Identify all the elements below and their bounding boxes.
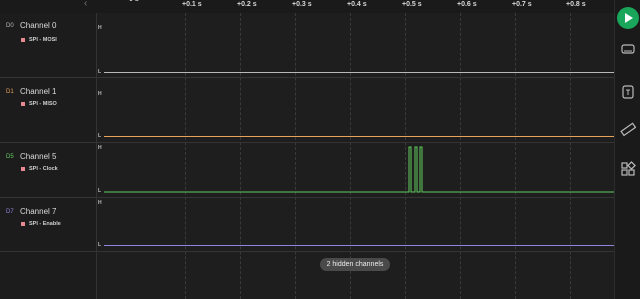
analyzer-tag[interactable]: SPI - MOSI — [21, 37, 57, 43]
signal-trace — [104, 245, 614, 246]
time-tick: +0.3 s — [292, 1, 312, 8]
channel-row-1[interactable]: D1 Channel 1 SPI - MISO H L — [0, 78, 614, 143]
timeline-header: ‹ 0 s +0.1 s +0.2 s +0.3 s +0.4 s +0.5 s… — [0, 0, 614, 13]
channel-name: Channel 7 — [20, 207, 57, 216]
channel-row-0[interactable]: D0 Channel 0 SPI - MOSI H L — [0, 13, 614, 78]
analyzer-tag-label: SPI - MOSI — [29, 37, 57, 43]
signal-trace — [104, 146, 614, 193]
channel-name: Channel 0 — [20, 21, 57, 30]
measurement-icon[interactable] — [620, 84, 636, 100]
low-label: L — [98, 242, 102, 248]
play-icon[interactable] — [617, 7, 639, 29]
high-label: H — [98, 91, 102, 97]
channel-code: D1 — [6, 89, 14, 95]
analyzer-tag[interactable]: SPI - MISO — [21, 101, 57, 107]
time-tick: +0.8 s — [566, 1, 586, 8]
channel-row-5[interactable]: D5 Channel 5 SPI - Clock H L — [0, 143, 614, 198]
extensions-icon[interactable] — [620, 161, 636, 177]
signal-trace — [104, 136, 614, 137]
channel-code: D5 — [6, 154, 14, 160]
channel-row-7[interactable]: D7 Channel 7 SPI - Enable H L — [0, 198, 614, 252]
high-label: H — [98, 200, 102, 206]
analyzer-color-swatch — [21, 166, 25, 171]
time-tick: +0.4 s — [347, 1, 367, 8]
ruler-icon[interactable] — [620, 121, 636, 137]
analyzer-tag-label: SPI - Clock — [29, 166, 58, 172]
hidden-channels-button[interactable]: 2 hidden channels — [320, 258, 390, 271]
time-tick: +0.6 s — [457, 1, 477, 8]
analyzer-color-swatch — [21, 37, 25, 42]
analyzer-tag-label: SPI - MISO — [29, 101, 57, 107]
time-tick: +0.5 s — [402, 1, 422, 8]
clock-pulses — [104, 146, 614, 193]
high-label: H — [98, 145, 102, 151]
analyzer-color-swatch — [21, 221, 25, 226]
channel-code: D0 — [6, 23, 14, 29]
channel-name: Channel 5 — [20, 152, 57, 161]
analyzer-color-swatch — [21, 101, 25, 106]
time-tick: +0.1 s — [182, 1, 202, 8]
low-label: L — [98, 188, 102, 194]
time-tick: +0.7 s — [512, 1, 532, 8]
analyzer-tag[interactable]: SPI - Enable — [21, 221, 61, 227]
collapse-chevron-icon[interactable]: ‹ — [84, 0, 87, 9]
signal-trace — [104, 72, 614, 73]
channel-code: D7 — [6, 209, 14, 215]
low-label: L — [98, 69, 102, 75]
timeline-origin-label: 0 s — [129, 0, 139, 3]
analyzer-tag-label: SPI - Enable — [29, 221, 61, 227]
analyzer-tag[interactable]: SPI - Clock — [21, 166, 58, 172]
channel-name: Channel 1 — [20, 87, 57, 96]
low-label: L — [98, 133, 102, 139]
time-tick: +0.2 s — [237, 1, 257, 8]
device-icon[interactable] — [620, 41, 636, 57]
high-label: H — [98, 25, 102, 31]
